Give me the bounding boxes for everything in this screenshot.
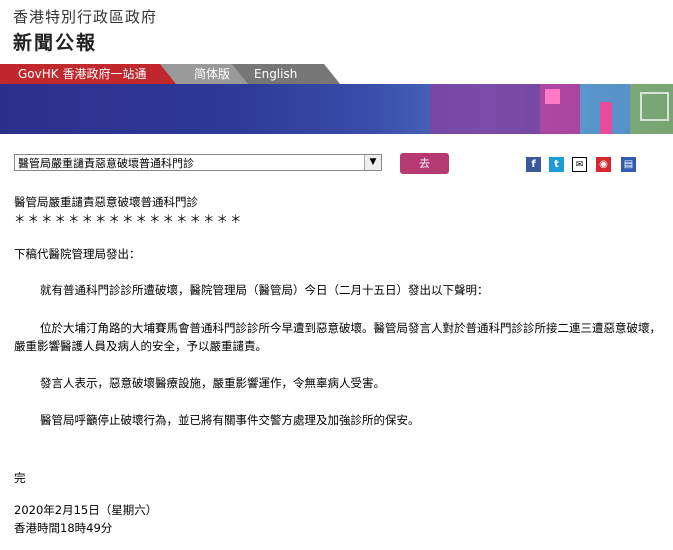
article-select[interactable]: 醫管局嚴重譴責惡意破壞普通科門診 ▼ (14, 154, 382, 171)
paragraph-1: 就有普通科門診診所遭破壞，醫院管理局（醫管局）今日（二月十五日）發出以下聲明： (40, 283, 489, 297)
release-time: 香港時間18時49分 (14, 521, 113, 535)
press-release-heading[interactable]: 新聞公報 (13, 28, 97, 55)
paragraph-3: 發言人表示，惡意破壞醫療設施，嚴重影響運作，令無辜病人受害。 (40, 376, 385, 390)
print-icon[interactable]: ▤ (621, 157, 636, 172)
go-button[interactable]: 去 (400, 153, 449, 174)
site-header: 香港特別行政區政府 新聞公報 (0, 0, 673, 62)
site-title[interactable]: 香港特別行政區政府 (13, 6, 157, 27)
paragraph-2: 位於大埔汀角路的大埔賽馬會普通科門診診所今早遭到惡意破壞。醫管局發言人對於普通科… (14, 321, 661, 353)
simplified-chinese-link[interactable]: 简体版 (194, 64, 230, 84)
email-icon[interactable]: ✉ (572, 157, 587, 172)
weibo-icon[interactable]: ◉ (596, 157, 611, 172)
release-date: 2020年2月15日（星期六） (14, 503, 158, 517)
end-mark: 完 (14, 471, 26, 485)
article-select-value: 醫管局嚴重譴責惡意破壞普通科門診 (18, 157, 194, 170)
paragraph-4: 醫管局呼籲停止破壞行為，並已將有關事件交警方處理及加強診所的保安。 (40, 413, 420, 427)
english-link[interactable]: English (254, 64, 297, 84)
top-nav: GovHK 香港政府一站通 简体版 English (0, 64, 673, 84)
chevron-down-icon[interactable]: ▼ (364, 155, 381, 170)
intro-line: 下稿代醫院管理局發出： (14, 247, 141, 261)
twitter-icon[interactable]: t (549, 157, 564, 172)
decorative-banner (0, 84, 673, 134)
govhk-link[interactable]: GovHK 香港政府一站通 (0, 64, 176, 84)
title-stars: ＊＊＊＊＊＊＊＊＊＊＊＊＊＊＊＊＊ (14, 212, 244, 226)
facebook-icon[interactable]: f (526, 157, 541, 172)
article-title: 醫管局嚴重譴責惡意破壞普通科門診 (14, 195, 198, 209)
